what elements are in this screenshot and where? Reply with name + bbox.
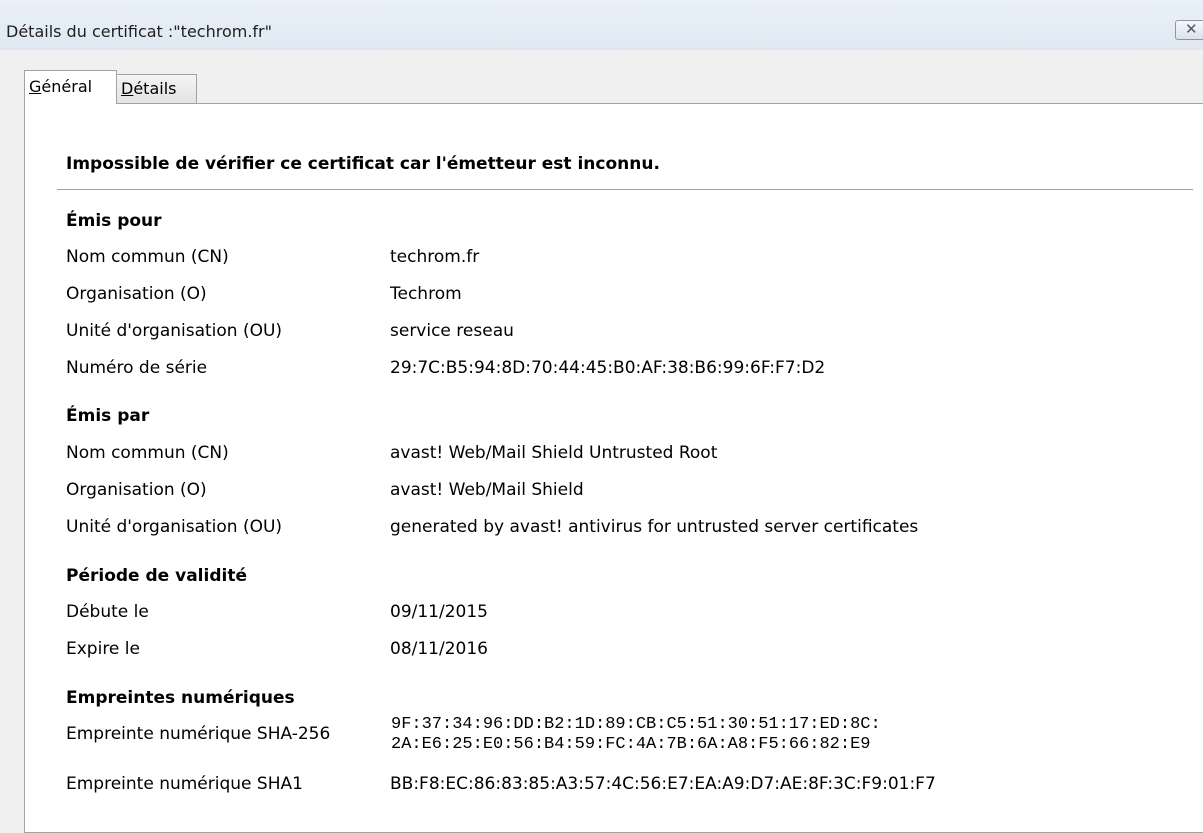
divider bbox=[57, 189, 1193, 190]
tab-general-accesskey: G bbox=[29, 77, 42, 96]
close-button[interactable]: ✕ bbox=[1175, 20, 1203, 40]
tab-general-label: énéral bbox=[41, 77, 93, 96]
field-value: techrom.fr bbox=[390, 247, 480, 267]
general-panel: Impossible de vérifier ce certificat car… bbox=[24, 103, 1203, 833]
field-value: Techrom bbox=[390, 284, 462, 304]
tab-details-label: étails bbox=[133, 79, 177, 98]
tab-details-accesskey: D bbox=[121, 79, 134, 98]
field-label: Empreinte numérique SHA-256 bbox=[66, 724, 331, 744]
field-value: avast! Web/Mail Shield bbox=[390, 480, 584, 500]
field-label: Numéro de série bbox=[66, 358, 208, 378]
close-icon: ✕ bbox=[1185, 20, 1198, 38]
field-label: Expire le bbox=[66, 639, 140, 659]
start-date-value: 09/11/2015 bbox=[390, 602, 488, 622]
field-value: avast! Web/Mail Shield Untrusted Root bbox=[390, 443, 718, 463]
field-label: Nom commun (CN) bbox=[66, 443, 229, 463]
tab-details[interactable]: Détails bbox=[117, 74, 197, 104]
field-label: Organisation (O) bbox=[66, 480, 207, 500]
serial-number-value: 29:7C:B5:94:8D:70:44:45:B0:AF:38:B6:99:6… bbox=[390, 358, 826, 378]
field-label: Débute le bbox=[66, 602, 149, 622]
tab-general[interactable]: Général bbox=[24, 70, 117, 104]
sha256-fingerprint-line-2: 2A:E6:25:E0:56:B4:59:FC:4A:7B:6A:A8:F5:6… bbox=[391, 735, 871, 754]
title-bar: Détails du certificat :"techrom.fr" ✕ bbox=[0, 0, 1203, 50]
verification-warning: Impossible de vérifier ce certificat car… bbox=[66, 154, 660, 174]
section-heading-issued-by: Émis par bbox=[66, 406, 150, 426]
field-label: Unité d'organisation (OU) bbox=[66, 321, 283, 341]
field-value: service reseau bbox=[390, 321, 514, 341]
section-heading-fingerprints: Empreintes numériques bbox=[66, 688, 295, 708]
field-label: Unité d'organisation (OU) bbox=[66, 517, 283, 537]
sha1-fingerprint-value: BB:F8:EC:86:83:85:A3:57:4C:56:E7:EA:A9:D… bbox=[390, 774, 936, 794]
window-title: Détails du certificat :"techrom.fr" bbox=[6, 22, 272, 41]
field-label: Empreinte numérique SHA1 bbox=[66, 774, 303, 794]
section-heading-validity: Période de validité bbox=[66, 566, 247, 586]
section-heading-issued-to: Émis pour bbox=[66, 211, 162, 231]
field-value: generated by avast! antivirus for untrus… bbox=[390, 517, 919, 537]
field-label: Nom commun (CN) bbox=[66, 247, 229, 267]
expiry-date-value: 08/11/2016 bbox=[390, 639, 488, 659]
field-label: Organisation (O) bbox=[66, 284, 207, 304]
sha256-fingerprint-line-1: 9F:37:34:96:DD:B2:1D:89:CB:C5:51:30:51:1… bbox=[391, 715, 881, 734]
